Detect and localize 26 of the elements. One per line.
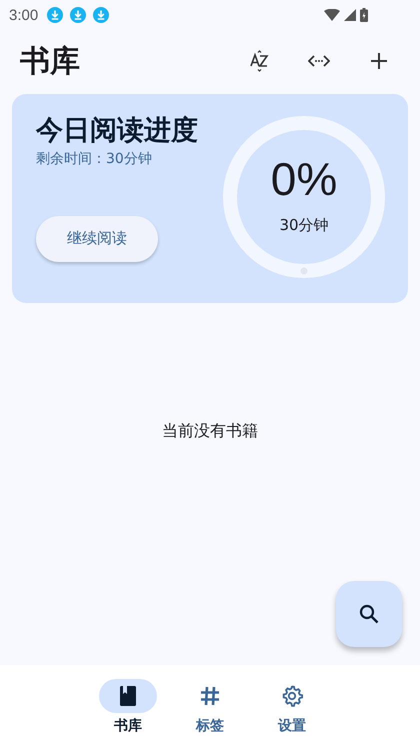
book-icon bbox=[117, 685, 139, 707]
signal-icon bbox=[344, 9, 356, 21]
nav-label: 标签 bbox=[196, 717, 224, 735]
download-icon bbox=[93, 7, 110, 23]
sort-icon bbox=[248, 50, 270, 72]
wifi-icon bbox=[324, 9, 340, 21]
search-button[interactable] bbox=[336, 581, 402, 647]
download-icon bbox=[47, 7, 64, 23]
card-title: 今日阅读进度 bbox=[36, 116, 198, 146]
continue-button[interactable]: 继续阅读 bbox=[36, 216, 158, 262]
goal-time: 30分钟 bbox=[279, 216, 329, 234]
remaining-time: 剩余时间：30分钟 bbox=[36, 150, 152, 168]
add-icon bbox=[368, 50, 390, 72]
battery-icon bbox=[360, 8, 368, 22]
status-time: 3:00 bbox=[9, 6, 38, 24]
hash-icon bbox=[199, 685, 221, 707]
page-title: 书库 bbox=[20, 42, 80, 80]
nav-tab[interactable]: 设置 bbox=[263, 679, 321, 747]
empty-message: 当前没有书籍 bbox=[162, 421, 258, 442]
nav-label: 书库 bbox=[114, 717, 142, 735]
search-icon bbox=[358, 603, 380, 625]
progress-percent: 0% bbox=[270, 152, 338, 206]
nav-tab[interactable]: 标签 bbox=[181, 679, 239, 747]
settings-icon bbox=[281, 685, 303, 707]
nav-label: 设置 bbox=[278, 717, 306, 735]
download-icon bbox=[70, 7, 86, 23]
